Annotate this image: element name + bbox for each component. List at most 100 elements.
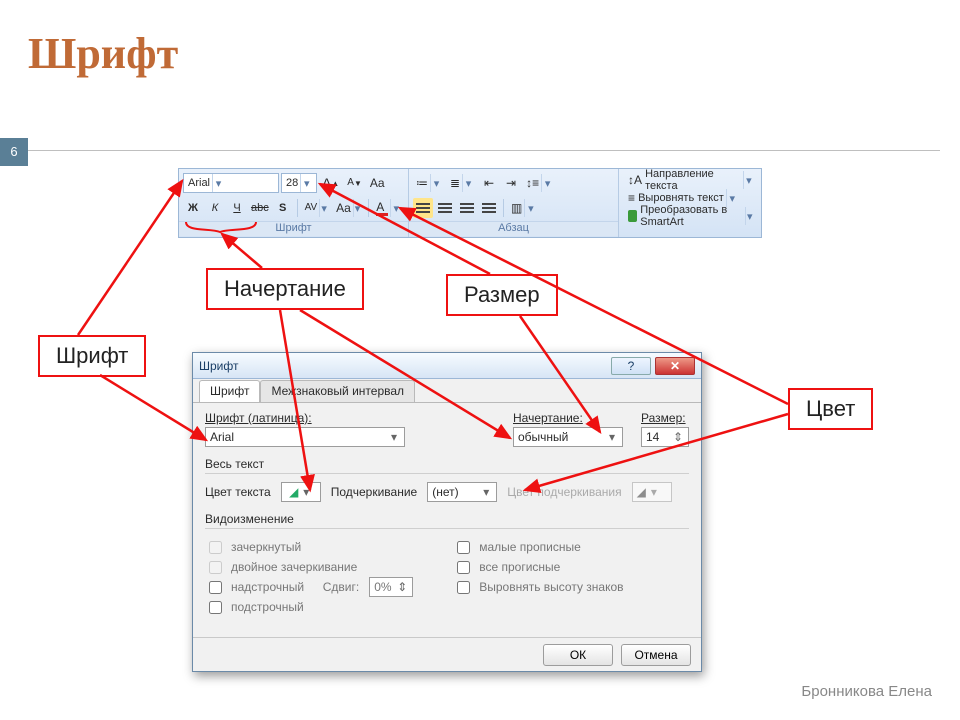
close-button[interactable]: ✕ bbox=[655, 357, 695, 375]
chevron-down-icon: ▾ bbox=[353, 199, 362, 217]
bullets-icon: ≔ bbox=[416, 177, 428, 189]
offset-label: Сдвиг: bbox=[323, 580, 359, 594]
align-text-icon: ≡ bbox=[628, 192, 635, 204]
chk-equalize[interactable]: Выровнять высоту знаков bbox=[453, 577, 623, 597]
chevron-down-icon: ▾ bbox=[388, 428, 400, 446]
dialog-tabs: Шрифт Межзнаковый интервал bbox=[193, 379, 701, 403]
letter-a-up-icon: A bbox=[322, 176, 331, 190]
group-caption: Абзац bbox=[409, 221, 618, 236]
label: подстрочный bbox=[231, 600, 304, 614]
ribbon-arrange-group: ↕A Направление текста▾ ≡ Выровнять текст… bbox=[619, 169, 761, 237]
eraser-icon: Aa bbox=[370, 177, 385, 189]
underline-color-picker: ◢▾ bbox=[632, 482, 672, 502]
spacing-icon: AV bbox=[305, 203, 318, 213]
shadow-button[interactable]: S bbox=[273, 198, 293, 218]
chevron-down-icon: ▾ bbox=[300, 174, 312, 192]
text-direction-button[interactable]: ↕A Направление текста▾ bbox=[625, 172, 757, 188]
chk-smallcaps[interactable]: малые прописные bbox=[453, 537, 623, 557]
align-center-icon bbox=[438, 207, 452, 209]
columns-button[interactable]: ▥▾ bbox=[508, 198, 539, 218]
chevron-down-icon: ▾ bbox=[319, 199, 328, 217]
bucket-icon: ◢ bbox=[637, 485, 646, 499]
bullets-button[interactable]: ≔▾ bbox=[413, 173, 445, 193]
ribbon-paragraph-group: ≔▾ ≣▾ ⇤ ⇥ ↕≡▾ ▥▾ Абзац bbox=[409, 169, 619, 237]
chevron-down-icon: ▾ bbox=[390, 199, 401, 217]
callout-style: Начертание bbox=[206, 268, 364, 310]
smartart-button[interactable]: Преобразовать в SmartArt▾ bbox=[625, 208, 757, 224]
label: зачеркнутый bbox=[231, 540, 301, 554]
font-style-label: Начертание: bbox=[513, 411, 583, 425]
font-size-label: Размер: bbox=[641, 411, 686, 425]
mods-section-label: Видоизменение bbox=[205, 512, 689, 526]
align-left-icon bbox=[416, 207, 430, 209]
align-left-button[interactable] bbox=[413, 198, 433, 218]
strike-icon: abc bbox=[251, 202, 269, 214]
font-latin-combo[interactable]: Arial▾ bbox=[205, 427, 405, 447]
increase-indent-button[interactable]: ⇥ bbox=[501, 173, 521, 193]
callout-size: Размер bbox=[446, 274, 558, 316]
align-right-button[interactable] bbox=[457, 198, 477, 218]
justify-button[interactable] bbox=[479, 198, 499, 218]
strike-button[interactable]: abc bbox=[249, 198, 271, 218]
tab-font[interactable]: Шрифт bbox=[199, 380, 260, 402]
font-size-value: 28 bbox=[286, 177, 298, 189]
chk-superscript[interactable]: надстрочный Сдвиг: 0%⇕ bbox=[205, 577, 413, 597]
font-style-combo[interactable]: обычный▾ bbox=[513, 427, 623, 447]
underline-color-label: Цвет подчеркивания bbox=[507, 485, 621, 499]
value: (нет) bbox=[432, 485, 478, 499]
chk-double-strike[interactable]: двойное зачеркивание bbox=[205, 557, 413, 577]
help-button[interactable]: ? bbox=[611, 357, 651, 375]
chevron-down-icon: ▾ bbox=[212, 174, 224, 192]
line-spacing-button[interactable]: ↕≡▾ bbox=[523, 173, 556, 193]
divider bbox=[28, 150, 940, 151]
clear-formatting-button[interactable]: Aa bbox=[367, 173, 388, 193]
help-icon: ? bbox=[628, 359, 635, 373]
page-number-badge: 6 bbox=[0, 138, 28, 166]
offset-spinner[interactable]: 0%⇕ bbox=[369, 577, 413, 597]
font-color-button[interactable]: A▾ bbox=[373, 198, 404, 218]
change-case-button[interactable]: Aa▾ bbox=[333, 198, 364, 218]
spinner-icon: ⇕ bbox=[672, 428, 684, 446]
close-icon: ✕ bbox=[670, 359, 680, 373]
font-size-combo[interactable]: 28▾ bbox=[281, 173, 317, 193]
group-caption: Шрифт bbox=[179, 221, 408, 236]
cancel-button[interactable]: Отмена bbox=[621, 644, 691, 666]
case-icon: Aa bbox=[336, 202, 351, 214]
line-spacing-icon: ↕≡ bbox=[526, 177, 539, 189]
underline-style-combo[interactable]: (нет)▾ bbox=[427, 482, 497, 502]
label: надстрочный bbox=[231, 580, 304, 594]
value: Arial bbox=[210, 430, 386, 444]
columns-icon: ▥ bbox=[511, 202, 522, 214]
tab-char-spacing[interactable]: Межзнаковый интервал bbox=[260, 380, 415, 402]
justify-icon bbox=[482, 207, 496, 209]
underline-button[interactable]: Ч bbox=[227, 198, 247, 218]
callout-color: Цвет bbox=[788, 388, 873, 430]
chk-allcaps[interactable]: все прогисные bbox=[453, 557, 623, 577]
font-size-spinner[interactable]: 14⇕ bbox=[641, 427, 689, 447]
align-center-button[interactable] bbox=[435, 198, 455, 218]
chk-subscript[interactable]: подстрочный bbox=[205, 597, 413, 617]
smartart-icon bbox=[628, 210, 637, 222]
numbering-button[interactable]: ≣▾ bbox=[447, 173, 477, 193]
separator bbox=[297, 199, 298, 217]
slide-title: Шрифт bbox=[28, 32, 178, 76]
indent-icon: ⇥ bbox=[506, 177, 516, 189]
italic-icon: К bbox=[212, 202, 218, 214]
font-latin-label: Шрифт (латиница): bbox=[205, 411, 312, 425]
bold-button[interactable]: Ж bbox=[183, 198, 203, 218]
shrink-font-button[interactable]: A▼ bbox=[344, 173, 365, 193]
char-spacing-button[interactable]: AV▾ bbox=[302, 198, 332, 218]
chk-strike[interactable]: зачеркнутый bbox=[205, 537, 413, 557]
bold-icon: Ж bbox=[188, 202, 198, 214]
text-color-picker[interactable]: ◢▾ bbox=[281, 482, 321, 502]
value: обычный bbox=[518, 430, 604, 444]
chevron-down-icon: ▾ bbox=[606, 428, 618, 446]
decrease-indent-button[interactable]: ⇤ bbox=[479, 173, 499, 193]
font-dialog: Шрифт ? ✕ Шрифт Межзнаковый интервал Шри… bbox=[192, 352, 702, 672]
align-right-icon bbox=[460, 207, 474, 209]
ok-button[interactable]: ОК bbox=[543, 644, 613, 666]
font-name-combo[interactable]: Arial▾ bbox=[183, 173, 279, 193]
value: 14 bbox=[646, 430, 670, 444]
grow-font-button[interactable]: A▲ bbox=[319, 173, 342, 193]
italic-button[interactable]: К bbox=[205, 198, 225, 218]
